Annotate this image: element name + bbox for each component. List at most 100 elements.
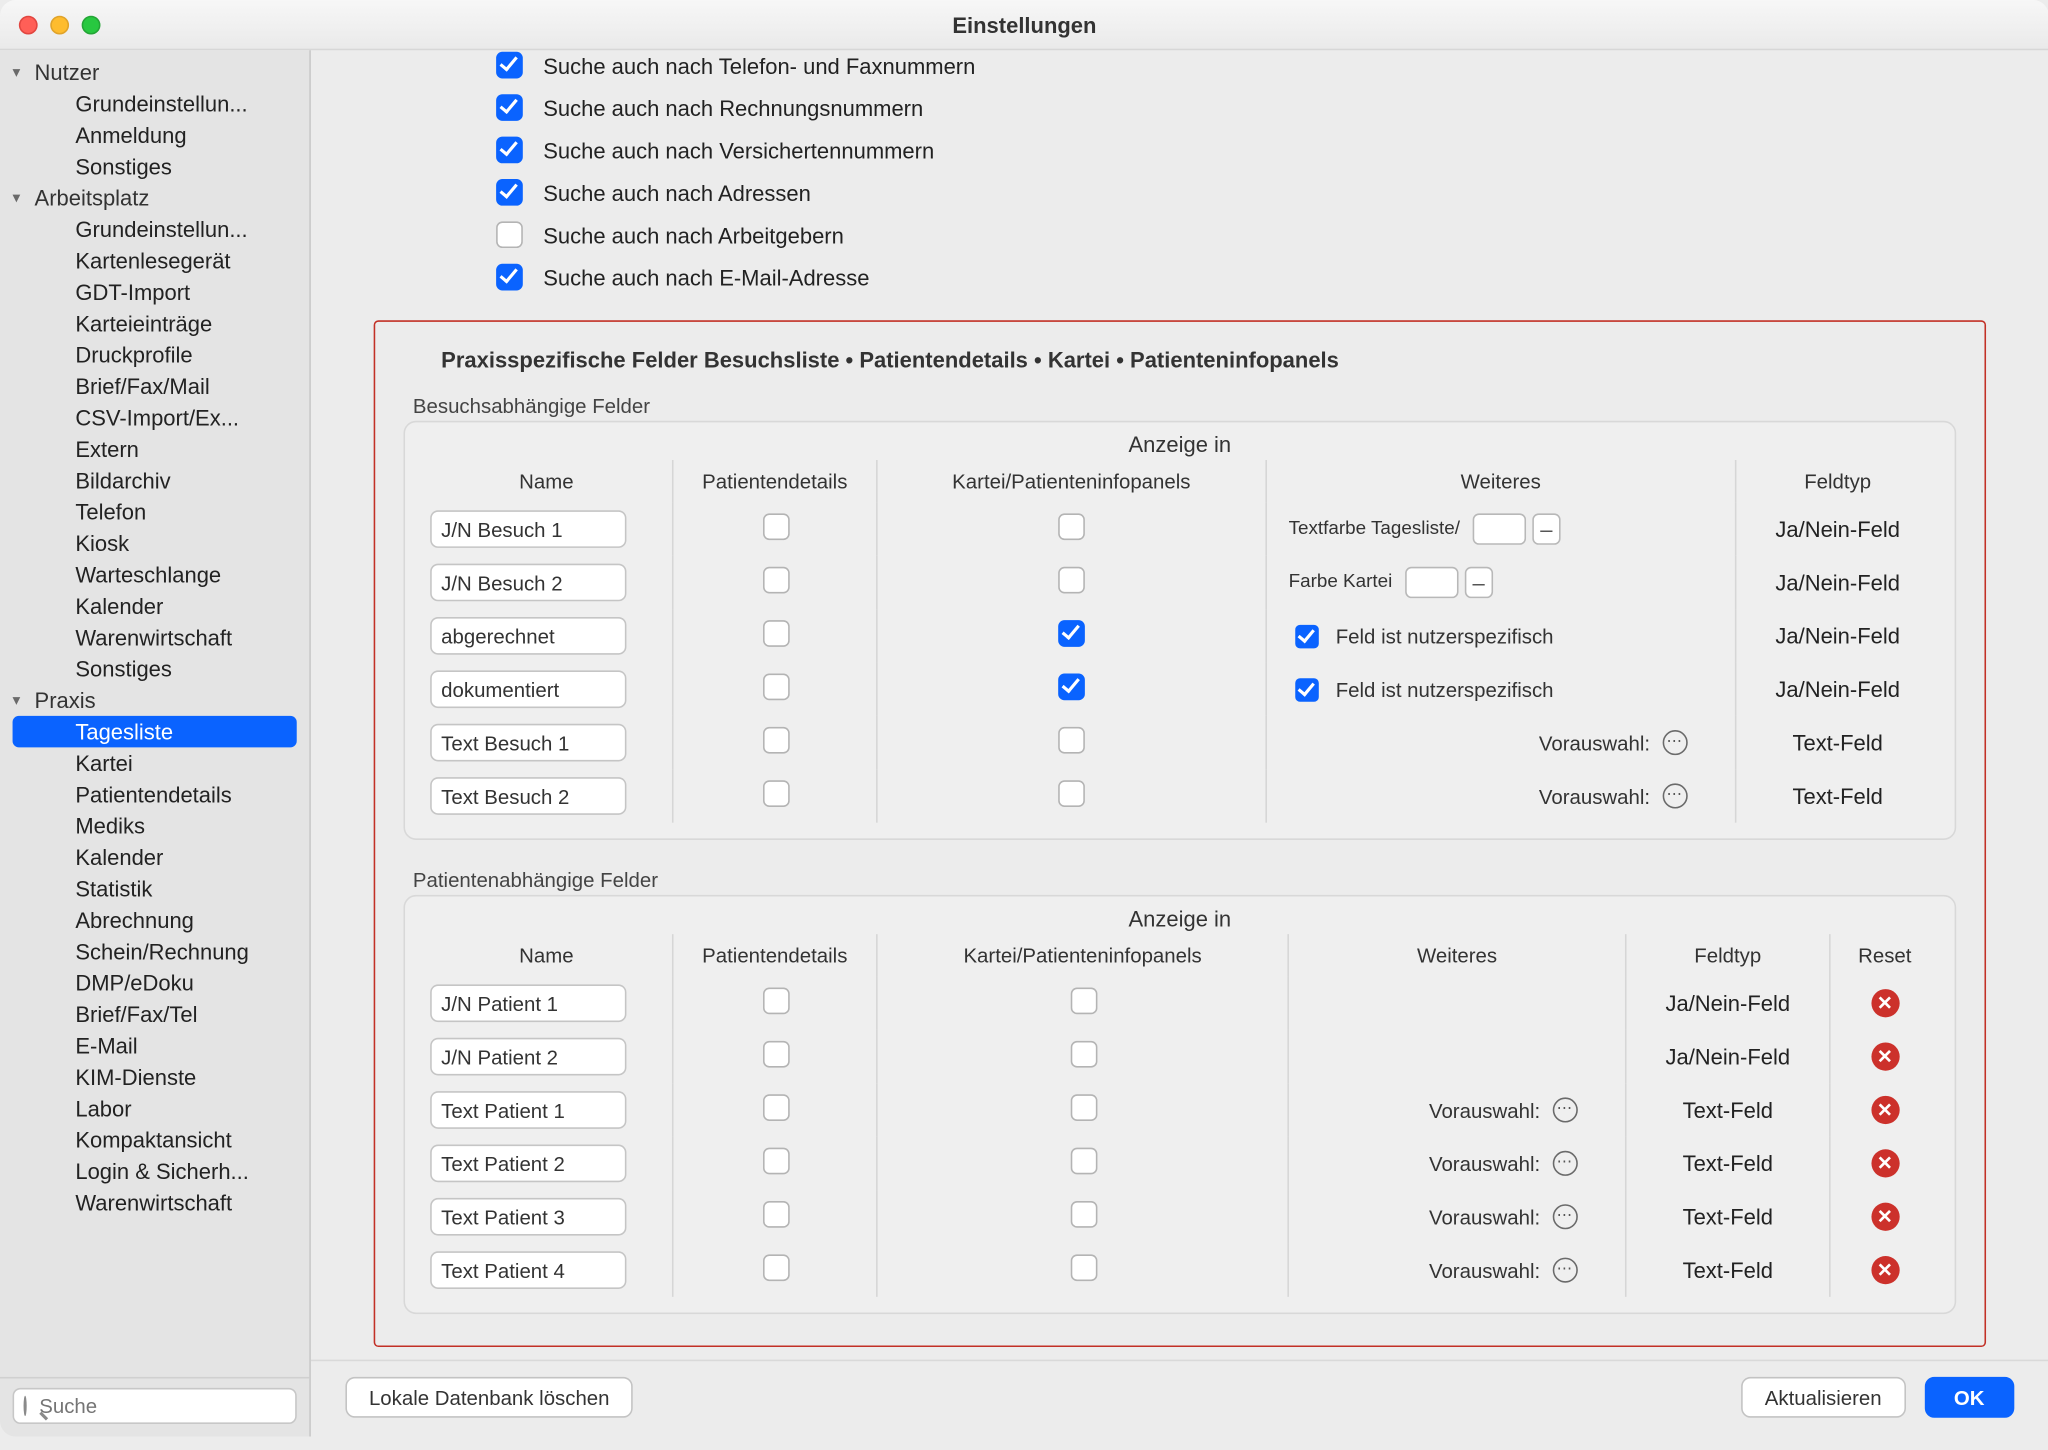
- show-in-kartei-checkbox[interactable]: [1059, 620, 1086, 647]
- sidebar-item[interactable]: Grundeinstellun...: [13, 88, 297, 119]
- field-name-input[interactable]: [430, 1091, 626, 1129]
- field-name-input[interactable]: [430, 617, 626, 655]
- sidebar-item[interactable]: Sonstiges: [13, 653, 297, 684]
- sidebar-item[interactable]: Extern: [13, 433, 297, 464]
- sidebar-item[interactable]: Mediks: [13, 810, 297, 841]
- reset-icon[interactable]: [1871, 1149, 1899, 1177]
- show-in-details-checkbox[interactable]: [762, 1254, 789, 1281]
- field-name-input[interactable]: [430, 984, 626, 1022]
- sidebar-item[interactable]: CSV-Import/Ex...: [13, 402, 297, 433]
- sidebar-item[interactable]: GDT-Import: [13, 276, 297, 307]
- sidebar-tree[interactable]: ▾NutzerGrundeinstellun...AnmeldungSonsti…: [0, 50, 309, 1377]
- show-in-kartei-checkbox[interactable]: [1070, 1148, 1097, 1175]
- show-in-details-checkbox[interactable]: [762, 727, 789, 754]
- search-option-checkbox[interactable]: [496, 179, 523, 206]
- sidebar-item[interactable]: Statistik: [13, 873, 297, 904]
- sidebar-group-praxis[interactable]: ▾Praxis: [6, 685, 303, 716]
- show-in-kartei-checkbox[interactable]: [1059, 727, 1086, 754]
- sidebar-item[interactable]: Tagesliste: [13, 716, 297, 747]
- sidebar-item[interactable]: E-Mail: [13, 1030, 297, 1061]
- field-name-input[interactable]: [430, 1145, 626, 1183]
- field-name-input[interactable]: [430, 777, 626, 815]
- sidebar-item[interactable]: Karteieinträge: [13, 308, 297, 339]
- show-in-details-checkbox[interactable]: [762, 620, 789, 647]
- color-reset-button[interactable]: –: [1532, 513, 1560, 544]
- search-option-checkbox[interactable]: [496, 52, 523, 79]
- sidebar-item[interactable]: Telefon: [13, 496, 297, 527]
- sidebar-item[interactable]: Labor: [13, 1093, 297, 1124]
- ok-button[interactable]: OK: [1924, 1377, 2014, 1418]
- field-name-input[interactable]: [430, 1198, 626, 1236]
- sidebar-item[interactable]: Warteschlange: [13, 559, 297, 590]
- sidebar-item[interactable]: Kiosk: [13, 528, 297, 559]
- show-in-details-checkbox[interactable]: [762, 988, 789, 1015]
- user-specific-checkbox[interactable]: [1295, 677, 1319, 701]
- color-swatch[interactable]: [1405, 567, 1458, 598]
- sidebar-item[interactable]: Grundeinstellun...: [13, 214, 297, 245]
- show-in-details-checkbox[interactable]: [762, 1094, 789, 1121]
- sidebar-item[interactable]: Kalender: [13, 590, 297, 621]
- reset-icon[interactable]: [1871, 1256, 1899, 1284]
- sidebar-item[interactable]: Anmeldung: [13, 119, 297, 150]
- search-option-checkbox[interactable]: [496, 137, 523, 164]
- sidebar-item[interactable]: Brief/Fax/Tel: [13, 999, 297, 1030]
- sidebar-item[interactable]: Brief/Fax/Mail: [13, 371, 297, 402]
- color-swatch[interactable]: [1473, 513, 1526, 544]
- sidebar-item[interactable]: Druckprofile: [13, 339, 297, 370]
- search-option-checkbox[interactable]: [496, 94, 523, 121]
- sidebar-group-arbeitsplatz[interactable]: ▾Arbeitsplatz: [6, 182, 303, 213]
- show-in-kartei-checkbox[interactable]: [1070, 1094, 1097, 1121]
- field-name-input[interactable]: [430, 1038, 626, 1076]
- field-name-input[interactable]: [430, 510, 626, 548]
- show-in-details-checkbox[interactable]: [762, 567, 789, 594]
- sidebar-item[interactable]: Sonstiges: [13, 151, 297, 182]
- sidebar-item[interactable]: Patientendetails: [13, 779, 297, 810]
- show-in-details-checkbox[interactable]: [762, 780, 789, 807]
- field-name-input[interactable]: [430, 724, 626, 762]
- show-in-kartei-checkbox[interactable]: [1059, 674, 1086, 701]
- sidebar-item[interactable]: Warenwirtschaft: [13, 622, 297, 653]
- show-in-kartei-checkbox[interactable]: [1070, 1201, 1097, 1228]
- reset-icon[interactable]: [1871, 1203, 1899, 1231]
- show-in-kartei-checkbox[interactable]: [1059, 513, 1086, 540]
- show-in-details-checkbox[interactable]: [762, 1148, 789, 1175]
- show-in-details-checkbox[interactable]: [762, 1201, 789, 1228]
- more-icon[interactable]: [1553, 1258, 1578, 1283]
- sidebar-item[interactable]: Kartei: [13, 747, 297, 778]
- refresh-button[interactable]: Aktualisieren: [1741, 1377, 1905, 1418]
- more-icon[interactable]: [1663, 783, 1688, 808]
- sidebar-item[interactable]: KIM-Dienste: [13, 1061, 297, 1092]
- search-input[interactable]: [36, 1393, 319, 1420]
- sidebar-item[interactable]: Warenwirtschaft: [13, 1187, 297, 1218]
- field-name-input[interactable]: [430, 564, 626, 602]
- user-specific-checkbox[interactable]: [1295, 624, 1319, 648]
- reset-icon[interactable]: [1871, 1096, 1899, 1124]
- sidebar-item[interactable]: Bildarchiv: [13, 465, 297, 496]
- sidebar-group-nutzer[interactable]: ▾Nutzer: [6, 57, 303, 88]
- field-name-input[interactable]: [430, 1251, 626, 1289]
- more-icon[interactable]: [1663, 730, 1688, 755]
- color-reset-button[interactable]: –: [1464, 567, 1492, 598]
- show-in-kartei-checkbox[interactable]: [1070, 988, 1097, 1015]
- sidebar-item[interactable]: Kompaktansicht: [13, 1124, 297, 1155]
- reset-icon[interactable]: [1871, 989, 1899, 1017]
- show-in-kartei-checkbox[interactable]: [1070, 1254, 1097, 1281]
- show-in-details-checkbox[interactable]: [762, 1041, 789, 1068]
- search-option-checkbox[interactable]: [496, 221, 523, 248]
- show-in-details-checkbox[interactable]: [762, 674, 789, 701]
- sidebar-item[interactable]: Kalender: [13, 842, 297, 873]
- more-icon[interactable]: [1553, 1204, 1578, 1229]
- more-icon[interactable]: [1553, 1097, 1578, 1122]
- reset-icon[interactable]: [1871, 1042, 1899, 1070]
- sidebar-item[interactable]: DMP/eDoku: [13, 967, 297, 998]
- show-in-kartei-checkbox[interactable]: [1059, 780, 1086, 807]
- show-in-kartei-checkbox[interactable]: [1070, 1041, 1097, 1068]
- field-name-input[interactable]: [430, 670, 626, 708]
- more-icon[interactable]: [1553, 1151, 1578, 1176]
- show-in-kartei-checkbox[interactable]: [1059, 567, 1086, 594]
- show-in-details-checkbox[interactable]: [762, 513, 789, 540]
- search-option-checkbox[interactable]: [496, 264, 523, 291]
- sidebar-item[interactable]: Abrechnung: [13, 904, 297, 935]
- sidebar-item[interactable]: Login & Sicherh...: [13, 1156, 297, 1187]
- delete-local-db-button[interactable]: Lokale Datenbank löschen: [345, 1377, 633, 1418]
